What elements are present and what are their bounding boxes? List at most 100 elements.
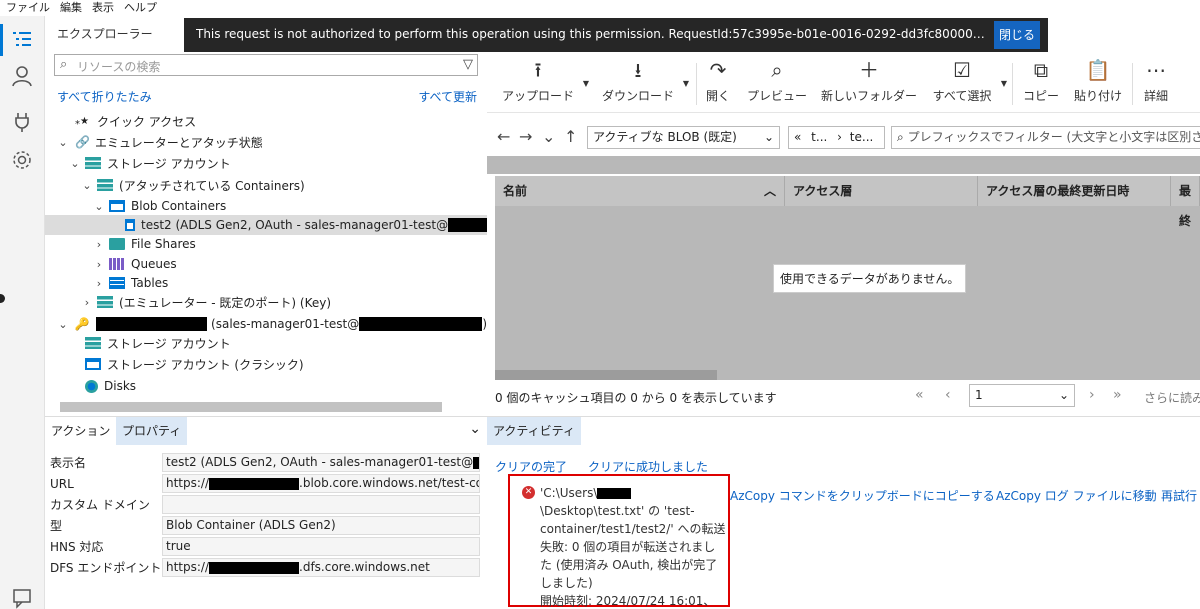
- chevron-down-icon[interactable]: ⌄: [542, 127, 555, 146]
- preview-button[interactable]: ⌕ プレビュー: [745, 55, 809, 113]
- property-value[interactable]: Blob Container (ADLS Gen2): [162, 516, 480, 535]
- column-header-last[interactable]: 最終: [1171, 176, 1200, 228]
- tree-emulator-attached[interactable]: ⌄ 🔗 エミュレーターとアタッチ状態: [45, 132, 487, 152]
- property-label: 表示名: [50, 456, 87, 470]
- blob-type-select[interactable]: アクティブな BLOB (既定) ⌄: [587, 126, 780, 149]
- tree-storage-accounts-classic[interactable]: ストレージ アカウント (クラシック): [45, 354, 487, 374]
- download-button[interactable]: ⭳ ダウンロード ▼: [601, 55, 689, 113]
- chevron-down-icon[interactable]: ⌄: [93, 200, 105, 213]
- tree-storage-accounts[interactable]: ⌄ ストレージ アカウント: [45, 153, 487, 173]
- menu-edit[interactable]: 編集: [60, 0, 82, 16]
- caret-down-icon[interactable]: ▼: [583, 79, 589, 88]
- page-select[interactable]: 1 ⌄: [969, 384, 1075, 407]
- up-arrow-icon[interactable]: ↑: [564, 127, 577, 146]
- tab-properties[interactable]: プロパティ: [116, 417, 188, 445]
- file-share-icon: [109, 238, 125, 250]
- menu-file[interactable]: ファイル: [6, 0, 50, 16]
- chevron-down-icon[interactable]: ⌄: [69, 157, 81, 170]
- load-more-link[interactable]: さらに読み: [1144, 389, 1200, 406]
- tree-attached-containers[interactable]: ⌄ (アタッチされている Containers): [45, 175, 487, 195]
- more-button[interactable]: ⋯ 詳細: [1141, 55, 1171, 113]
- copy-button[interactable]: ⧉ コピー: [1021, 55, 1061, 113]
- next-page-icon[interactable]: ›: [1089, 387, 1095, 403]
- goto-log-link[interactable]: AzCopy ログ ファイルに移動: [996, 487, 1157, 504]
- tree-horizontal-scrollbar[interactable]: [60, 402, 442, 412]
- property-row: DFS エンドポイント https://.dfs.core.windows.ne…: [45, 557, 487, 578]
- prefix-filter-input[interactable]: ⌕ プレフィックスでフィルター (大文字と小文字は区別され: [891, 126, 1200, 149]
- property-value[interactable]: https://.dfs.core.windows.net: [162, 558, 480, 577]
- collapse-all-link[interactable]: すべて折りたたみ: [57, 88, 152, 105]
- close-notification-button[interactable]: 閉じる: [994, 21, 1040, 49]
- toolbar-separator: [1132, 63, 1133, 105]
- caret-down-icon[interactable]: ▼: [683, 79, 689, 88]
- tree-selected-container[interactable]: test2 (ADLS Gen2, OAuth - sales-manager0…: [45, 215, 487, 235]
- back-arrow-icon[interactable]: ←: [497, 127, 510, 146]
- clear-completed-link[interactable]: クリアの完了: [495, 458, 567, 475]
- property-value[interactable]: [162, 495, 480, 514]
- grid-horizontal-scrollbar[interactable]: [495, 370, 717, 380]
- tab-activity[interactable]: アクティビティ: [487, 417, 581, 445]
- first-page-icon[interactable]: «: [915, 387, 924, 403]
- last-page-icon[interactable]: »: [1113, 387, 1122, 403]
- property-value[interactable]: true: [162, 537, 480, 556]
- explorer-icon[interactable]: [8, 26, 36, 54]
- new-folder-button[interactable]: ＋ 新しいフォルダー: [821, 55, 917, 113]
- copy-icon: ⧉: [1033, 58, 1049, 82]
- activity-bar: [0, 16, 45, 609]
- chevron-down-icon[interactable]: ⌄: [469, 421, 481, 437]
- tab-actions[interactable]: アクション: [45, 417, 116, 445]
- tree-quick-access[interactable]: ⁎★ クイック アクセス: [45, 111, 487, 131]
- error-icon: ✕: [522, 486, 535, 499]
- main-toolbar: ⭱ アップロード ▼ ⭳ ダウンロード ▼ ↷ 開く ⌕ プレビュー ＋ 新しい…: [487, 55, 1200, 113]
- plug-icon[interactable]: [8, 108, 36, 136]
- menu-view[interactable]: 表示: [92, 0, 114, 16]
- filter-icon[interactable]: ▽: [463, 57, 473, 72]
- chevron-right-icon[interactable]: ›: [93, 258, 105, 271]
- breadcrumb[interactable]: « t... › te...: [788, 126, 885, 149]
- account-icon[interactable]: [8, 62, 36, 90]
- double-chevron-left-icon[interactable]: «: [794, 130, 801, 144]
- open-button[interactable]: ↷ 開く: [703, 55, 733, 113]
- chevron-right-icon[interactable]: ›: [81, 296, 93, 309]
- property-value[interactable]: test2 (ADLS Gen2, OAuth - sales-manager0…: [162, 453, 480, 472]
- retry-link[interactable]: 再試行: [1161, 487, 1197, 504]
- copy-azcopy-link[interactable]: AzCopy コマンドをクリップボードにコピーする: [730, 487, 995, 504]
- chevron-down-icon[interactable]: ⌄: [57, 318, 69, 331]
- select-all-button[interactable]: ☑ すべて選択 ▼: [931, 55, 1007, 113]
- tree-label: Queues: [131, 257, 177, 271]
- pager: 0 個のキャッシュ項目の 0 から 0 を表示しています « ‹ 1 ⌄ › »…: [495, 384, 1200, 410]
- column-header-access-tier[interactable]: アクセス層: [785, 176, 978, 206]
- upload-button[interactable]: ⭱ アップロード ▼: [501, 55, 589, 113]
- caret-down-icon[interactable]: ▼: [1001, 79, 1007, 88]
- resource-search-input[interactable]: ⌕ リソースの検索 ▽: [54, 54, 478, 76]
- menu-help[interactable]: ヘルプ: [124, 0, 157, 16]
- activity-tabbar: アクティビティ: [487, 416, 1200, 445]
- column-header-tier-modified[interactable]: アクセス層の最終更新日時: [978, 176, 1171, 206]
- chevron-down-icon[interactable]: ⌄: [81, 179, 93, 192]
- tree-disks[interactable]: Disks: [45, 376, 487, 396]
- checkbox-icon: ☑: [953, 58, 971, 82]
- paste-button[interactable]: 📋 貼り付け: [1073, 55, 1123, 113]
- chevron-right-icon[interactable]: ›: [93, 277, 105, 290]
- chevron-right-icon[interactable]: ›: [93, 238, 105, 251]
- tree-subscription[interactable]: ⌄ 🔑 (sales-manager01-test@ ): [45, 314, 487, 334]
- navigation-bar: ← → ⌄ ↑ アクティブな BLOB (既定) ⌄ « t... › te..…: [487, 120, 1200, 156]
- upload-icon: ⭱: [534, 58, 542, 82]
- property-value[interactable]: https://.blob.core.windows.net/test-cont…: [162, 474, 480, 493]
- column-header-name[interactable]: 名前 ︿: [495, 176, 785, 206]
- tree-queues[interactable]: › Queues: [45, 254, 487, 274]
- tree-emulator-default[interactable]: › (エミュレーター - 既定のポート) (Key): [45, 292, 487, 312]
- gear-icon[interactable]: [8, 146, 36, 174]
- tree-label: File Shares: [131, 237, 196, 251]
- tree-blob-containers[interactable]: ⌄ Blob Containers: [45, 196, 487, 216]
- refresh-all-link[interactable]: すべて更新: [418, 88, 477, 105]
- prev-page-icon[interactable]: ‹: [945, 387, 951, 403]
- tree-tables[interactable]: › Tables: [45, 273, 487, 293]
- tree-storage-accounts-2[interactable]: ストレージ アカウント: [45, 333, 487, 353]
- link-icon: 🔗: [75, 135, 90, 149]
- tree-file-shares[interactable]: › File Shares: [45, 234, 487, 254]
- feedback-icon[interactable]: [8, 584, 36, 609]
- chevron-down-icon[interactable]: ⌄: [57, 136, 69, 149]
- forward-arrow-icon[interactable]: →: [519, 127, 532, 146]
- clear-successful-link[interactable]: クリアに成功しました: [588, 458, 708, 475]
